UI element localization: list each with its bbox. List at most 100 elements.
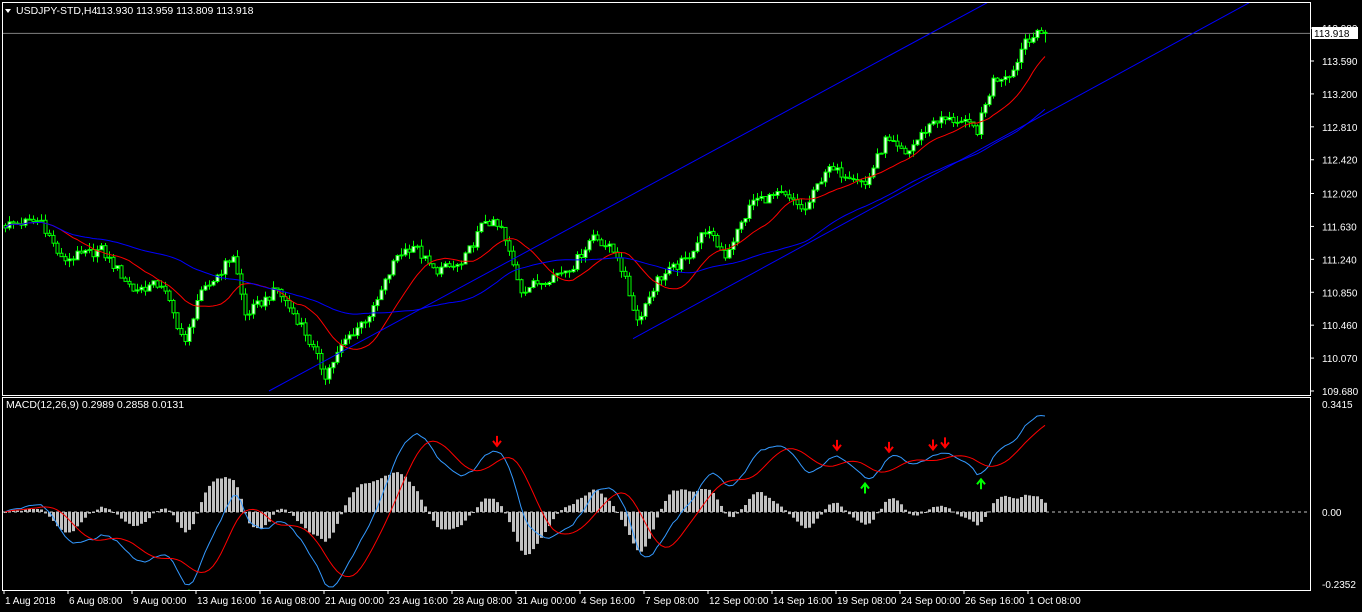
candle-body xyxy=(287,300,292,309)
candle[interactable] xyxy=(627,272,632,297)
candle-body xyxy=(67,258,72,262)
candle[interactable] xyxy=(463,251,468,265)
macd-histogram-bar xyxy=(872,512,875,520)
candle-body xyxy=(1011,69,1016,78)
candle[interactable] xyxy=(679,255,684,272)
macd-histogram-bar xyxy=(416,491,419,512)
candle[interactable] xyxy=(991,74,996,99)
candle-body xyxy=(903,147,908,155)
macd-tick-label: 0.3415 xyxy=(1322,400,1353,411)
candle-body xyxy=(695,242,700,252)
candle[interactable] xyxy=(467,245,472,254)
symbol-label: USDJPY-STD,H4 xyxy=(16,5,97,17)
macd-histogram-bar xyxy=(188,512,191,530)
macd-histogram-bar xyxy=(664,500,667,512)
candle[interactable] xyxy=(575,251,580,272)
macd-histogram-bar xyxy=(336,512,339,524)
macd-histogram-bar xyxy=(752,494,755,512)
candle[interactable] xyxy=(611,243,616,253)
candle[interactable] xyxy=(691,250,696,260)
trading-chart[interactable]: 113.980113.590113.200112.810112.420112.0… xyxy=(0,0,1362,612)
candle-body xyxy=(1015,61,1020,71)
macd-histogram-bar xyxy=(864,512,867,525)
candle[interactable] xyxy=(587,238,592,253)
candle-body xyxy=(295,313,300,325)
candle-body xyxy=(251,303,256,315)
macd-histogram-bar xyxy=(996,499,999,512)
candle-body xyxy=(619,257,624,272)
candle[interactable] xyxy=(431,263,436,269)
candle[interactable] xyxy=(391,258,396,277)
macd-histogram-bar xyxy=(540,512,543,538)
candle-body xyxy=(11,221,16,224)
candle-body xyxy=(183,333,188,342)
candle[interactable] xyxy=(175,312,180,331)
macd-histogram-bar xyxy=(900,504,903,512)
macd-histogram-bar xyxy=(100,506,103,512)
macd-histogram-bar xyxy=(164,508,167,512)
macd-histogram-bar xyxy=(768,497,771,512)
candle-body xyxy=(179,328,184,335)
macd-histogram-bar xyxy=(732,512,735,518)
candle-body xyxy=(459,263,464,266)
candle-body xyxy=(819,181,824,185)
candle-body xyxy=(375,299,380,307)
time-tick-label: 28 Aug 08:00 xyxy=(453,596,512,607)
macd-histogram-bar xyxy=(212,481,215,512)
candle[interactable] xyxy=(131,283,136,292)
candle[interactable] xyxy=(763,196,768,204)
candle[interactable] xyxy=(167,289,172,303)
candle-body xyxy=(195,300,200,320)
macd-histogram-bar xyxy=(120,512,123,519)
macd-histogram-bar xyxy=(512,512,515,532)
candle[interactable] xyxy=(527,286,532,293)
candle-body xyxy=(795,199,800,206)
candle-body xyxy=(191,318,196,328)
candle-body xyxy=(371,305,376,318)
macd-histogram-bar xyxy=(572,504,575,512)
candle-body xyxy=(699,232,704,244)
candle[interactable] xyxy=(119,264,124,279)
candle[interactable] xyxy=(155,279,160,289)
candle-body xyxy=(747,204,752,219)
candle-body xyxy=(107,256,112,259)
candle[interactable] xyxy=(879,152,884,155)
candle[interactable] xyxy=(479,222,484,234)
candle-body xyxy=(535,280,540,285)
macd-label: MACD(12,26,9) 0.2989 0.2858 0.0131 xyxy=(6,399,184,411)
candle-body xyxy=(471,245,476,248)
candle-body xyxy=(915,139,920,146)
candle[interactable] xyxy=(103,242,108,261)
macd-histogram-bar xyxy=(1000,496,1003,512)
candle-body xyxy=(799,204,804,210)
macd-histogram-bar xyxy=(812,512,815,524)
candle-body xyxy=(1035,29,1040,39)
candle[interactable] xyxy=(715,233,720,248)
time-tick-label: 31 Aug 00:00 xyxy=(517,596,576,607)
candle-body xyxy=(199,289,204,302)
candle-body xyxy=(963,118,968,122)
candle[interactable] xyxy=(915,139,920,146)
candle[interactable] xyxy=(55,240,60,256)
macd-histogram-bar xyxy=(300,512,303,524)
macd-histogram-bar xyxy=(292,512,295,516)
macd-histogram-bar xyxy=(948,508,951,512)
macd-histogram-bar xyxy=(144,512,147,522)
candle-body xyxy=(135,289,140,292)
time-tick-label: 26 Sep 16:00 xyxy=(965,596,1025,607)
macd-histogram-bar xyxy=(1028,495,1031,512)
candle[interactable] xyxy=(975,124,980,137)
candle[interactable] xyxy=(211,280,216,287)
candle[interactable] xyxy=(995,77,1000,83)
candle-body xyxy=(43,219,48,234)
price-tick-label: 113.200 xyxy=(1322,90,1358,101)
candle[interactable] xyxy=(987,93,992,107)
candle-body xyxy=(1023,38,1028,50)
candle-body xyxy=(575,254,580,270)
candle[interactable] xyxy=(215,273,220,284)
macd-histogram-bar xyxy=(384,475,387,512)
candle[interactable] xyxy=(767,192,772,204)
macd-histogram-bar xyxy=(1012,498,1015,512)
candle-body xyxy=(867,176,872,186)
candle-body xyxy=(75,250,80,261)
